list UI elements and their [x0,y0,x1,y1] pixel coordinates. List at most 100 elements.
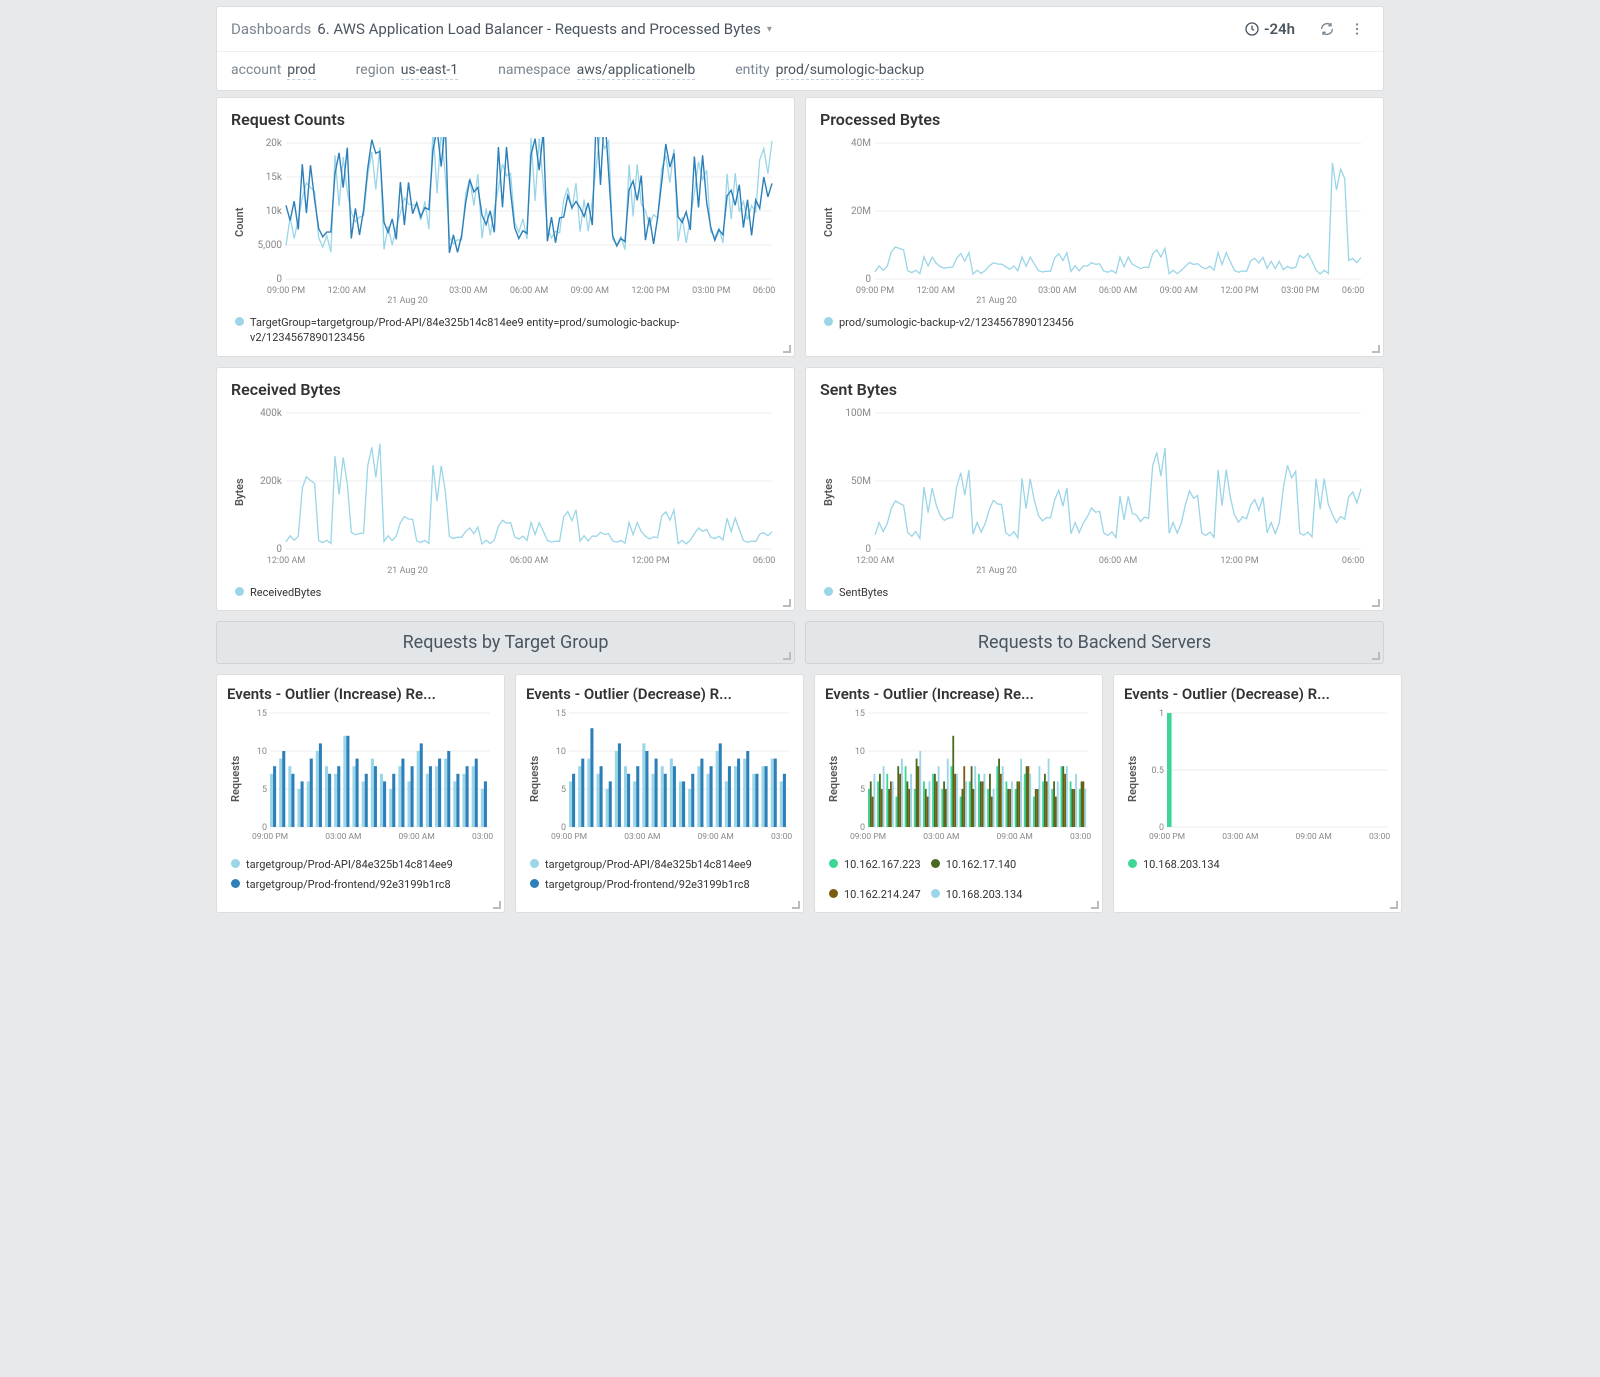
svg-text:15: 15 [855,709,865,719]
timerange-picker[interactable]: -24h [1244,20,1295,38]
legend-dot [824,317,833,326]
panel-tg-outlier-increase: Events - Outlier (Increase) Re... Reques… [216,674,505,913]
chart-tg-inc[interactable]: 15105009:00 PM03:00 AM09:00 AM03:00 PM [244,709,494,849]
legend-label: targetgroup/Prod-frontend/92e3199b1rc8 [246,877,451,892]
svg-text:200k: 200k [260,476,283,487]
svg-text:09:00 PM: 09:00 PM [850,832,886,842]
svg-text:06:00 AM: 06:00 AM [1099,286,1138,296]
legend: targetgroup/Prod-API/84e325b14c814ee9 ta… [227,849,494,898]
resize-handle[interactable] [783,345,791,353]
svg-text:03:00 AM: 03:00 AM [325,832,361,842]
section-requests-by-target-group: Requests by Target Group [216,621,795,664]
y-axis-label: Bytes [820,407,837,577]
more-menu-button[interactable] [1345,17,1369,41]
legend: SentBytes [820,577,1369,606]
legend-dot [829,889,838,898]
legend-dot [931,889,940,898]
legend: TargetGroup=targetgroup/Prod-API/84e325b… [231,307,780,352]
svg-text:09:00 PM: 09:00 PM [267,286,305,296]
panel-srv-outlier-decrease: Events - Outlier (Decrease) R... Request… [1113,674,1402,913]
legend-label: SentBytes [839,585,888,600]
filter-namespace[interactable]: namespaceaws/applicationelb [498,62,695,80]
svg-text:06:00 AM: 06:00 AM [510,556,549,566]
legend-label: TargetGroup=targetgroup/Prod-API/84e325b… [250,315,776,346]
resize-handle[interactable] [1372,345,1380,353]
legend-dot [231,859,240,868]
chart-srv-dec[interactable]: 10.5009:00 PM03:00 AM09:00 AM03:00 PM [1141,709,1391,849]
svg-text:12:00 AM: 12:00 AM [856,556,895,566]
svg-text:10: 10 [556,747,566,757]
topbar: Dashboards 6. AWS Application Load Balan… [216,6,1384,91]
svg-text:0: 0 [865,274,871,285]
svg-text:5,000: 5,000 [258,240,283,251]
filter-account[interactable]: accountprod [231,62,316,80]
y-axis-label: Bytes [231,407,248,577]
timerange-value: -24h [1264,20,1295,38]
legend-label: 10.168.203.134 [946,887,1023,902]
svg-text:21 Aug 20: 21 Aug 20 [976,296,1017,306]
resize-handle[interactable] [792,901,800,909]
svg-text:12:00 PM: 12:00 PM [1220,556,1258,566]
chart-received-bytes[interactable]: 400k200k012:00 AM21 Aug 2006:00 AM12:00 … [248,407,778,577]
svg-text:09:00 PM: 09:00 PM [856,286,894,296]
svg-text:0: 0 [276,274,282,285]
refresh-button[interactable] [1315,17,1339,41]
svg-text:03:00 AM: 03:00 AM [449,286,488,296]
panel-title: Events - Outlier (Increase) Re... [825,685,1092,703]
legend-dot [235,317,244,326]
svg-text:50M: 50M [851,476,871,487]
svg-text:03:00 PM: 03:00 PM [1369,832,1391,842]
legend: prod/sumologic-backup-v2/123456789012345… [820,307,1369,336]
kebab-icon [1349,21,1365,37]
legend-dot [1128,859,1137,868]
chart-tg-dec[interactable]: 15105009:00 PM03:00 AM09:00 AM03:00 PM [543,709,793,849]
chart-srv-inc[interactable]: 15105009:00 PM03:00 AM09:00 AM03:00 PM [842,709,1092,849]
panel-received-bytes: Received Bytes Bytes 400k200k012:00 AM21… [216,367,795,611]
svg-text:06:00 PM: 06:00 PM [1342,556,1367,566]
legend-dot [829,859,838,868]
resize-handle[interactable] [783,599,791,607]
svg-text:21 Aug 20: 21 Aug 20 [387,296,428,306]
panel-title: Sent Bytes [820,380,1369,399]
resize-handle[interactable] [493,901,501,909]
svg-text:03:00 PM: 03:00 PM [692,286,730,296]
svg-text:5: 5 [561,785,566,795]
legend-label: 10.168.203.134 [1143,857,1220,872]
breadcrumb-root[interactable]: Dashboards [231,20,311,38]
filter-region[interactable]: regionus-east-1 [356,62,458,80]
dashboard-title[interactable]: 6. AWS Application Load Balancer - Reque… [317,20,761,38]
legend: 10.162.167.223 10.162.17.140 10.162.214.… [825,849,1092,908]
svg-text:09:00 PM: 09:00 PM [1149,832,1185,842]
svg-text:03:00 AM: 03:00 AM [624,832,660,842]
chart-request-counts[interactable]: 20k15k10k5,000009:00 PM12:00 AM21 Aug 20… [248,137,778,307]
legend-label: targetgroup/Prod-frontend/92e3199b1rc8 [545,877,750,892]
chart-sent-bytes[interactable]: 100M50M012:00 AM21 Aug 2006:00 AM12:00 P… [837,407,1367,577]
filter-entity[interactable]: entityprod/sumologic-backup [735,62,924,80]
svg-text:03:00 PM: 03:00 PM [771,832,793,842]
svg-text:10: 10 [257,747,267,757]
svg-text:40M: 40M [851,138,871,149]
resize-handle[interactable] [1372,652,1380,660]
panel-srv-outlier-increase: Events - Outlier (Increase) Re... Reques… [814,674,1103,913]
svg-text:09:00 PM: 09:00 PM [551,832,587,842]
y-axis-label: Count [820,137,837,307]
chart-processed-bytes[interactable]: 40M20M009:00 PM12:00 AM21 Aug 2003:00 AM… [837,137,1367,307]
svg-text:15: 15 [257,709,267,719]
y-axis-label: Requests [825,709,842,849]
breadcrumb[interactable]: Dashboards 6. AWS Application Load Balan… [231,20,1244,38]
resize-handle[interactable] [1372,599,1380,607]
legend-dot [231,879,240,888]
svg-text:03:00 AM: 03:00 AM [1222,832,1258,842]
resize-handle[interactable] [1390,901,1398,909]
svg-text:10: 10 [855,747,865,757]
resize-handle[interactable] [783,652,791,660]
chevron-down-icon[interactable]: ▾ [767,24,772,35]
svg-text:03:00 AM: 03:00 AM [923,832,959,842]
svg-text:20M: 20M [851,206,871,217]
panel-title: Events - Outlier (Decrease) R... [1124,685,1391,703]
legend-dot [235,587,244,596]
resize-handle[interactable] [1091,901,1099,909]
legend-dot [530,879,539,888]
svg-text:06:00 PM: 06:00 PM [753,556,778,566]
svg-text:0: 0 [276,544,282,555]
